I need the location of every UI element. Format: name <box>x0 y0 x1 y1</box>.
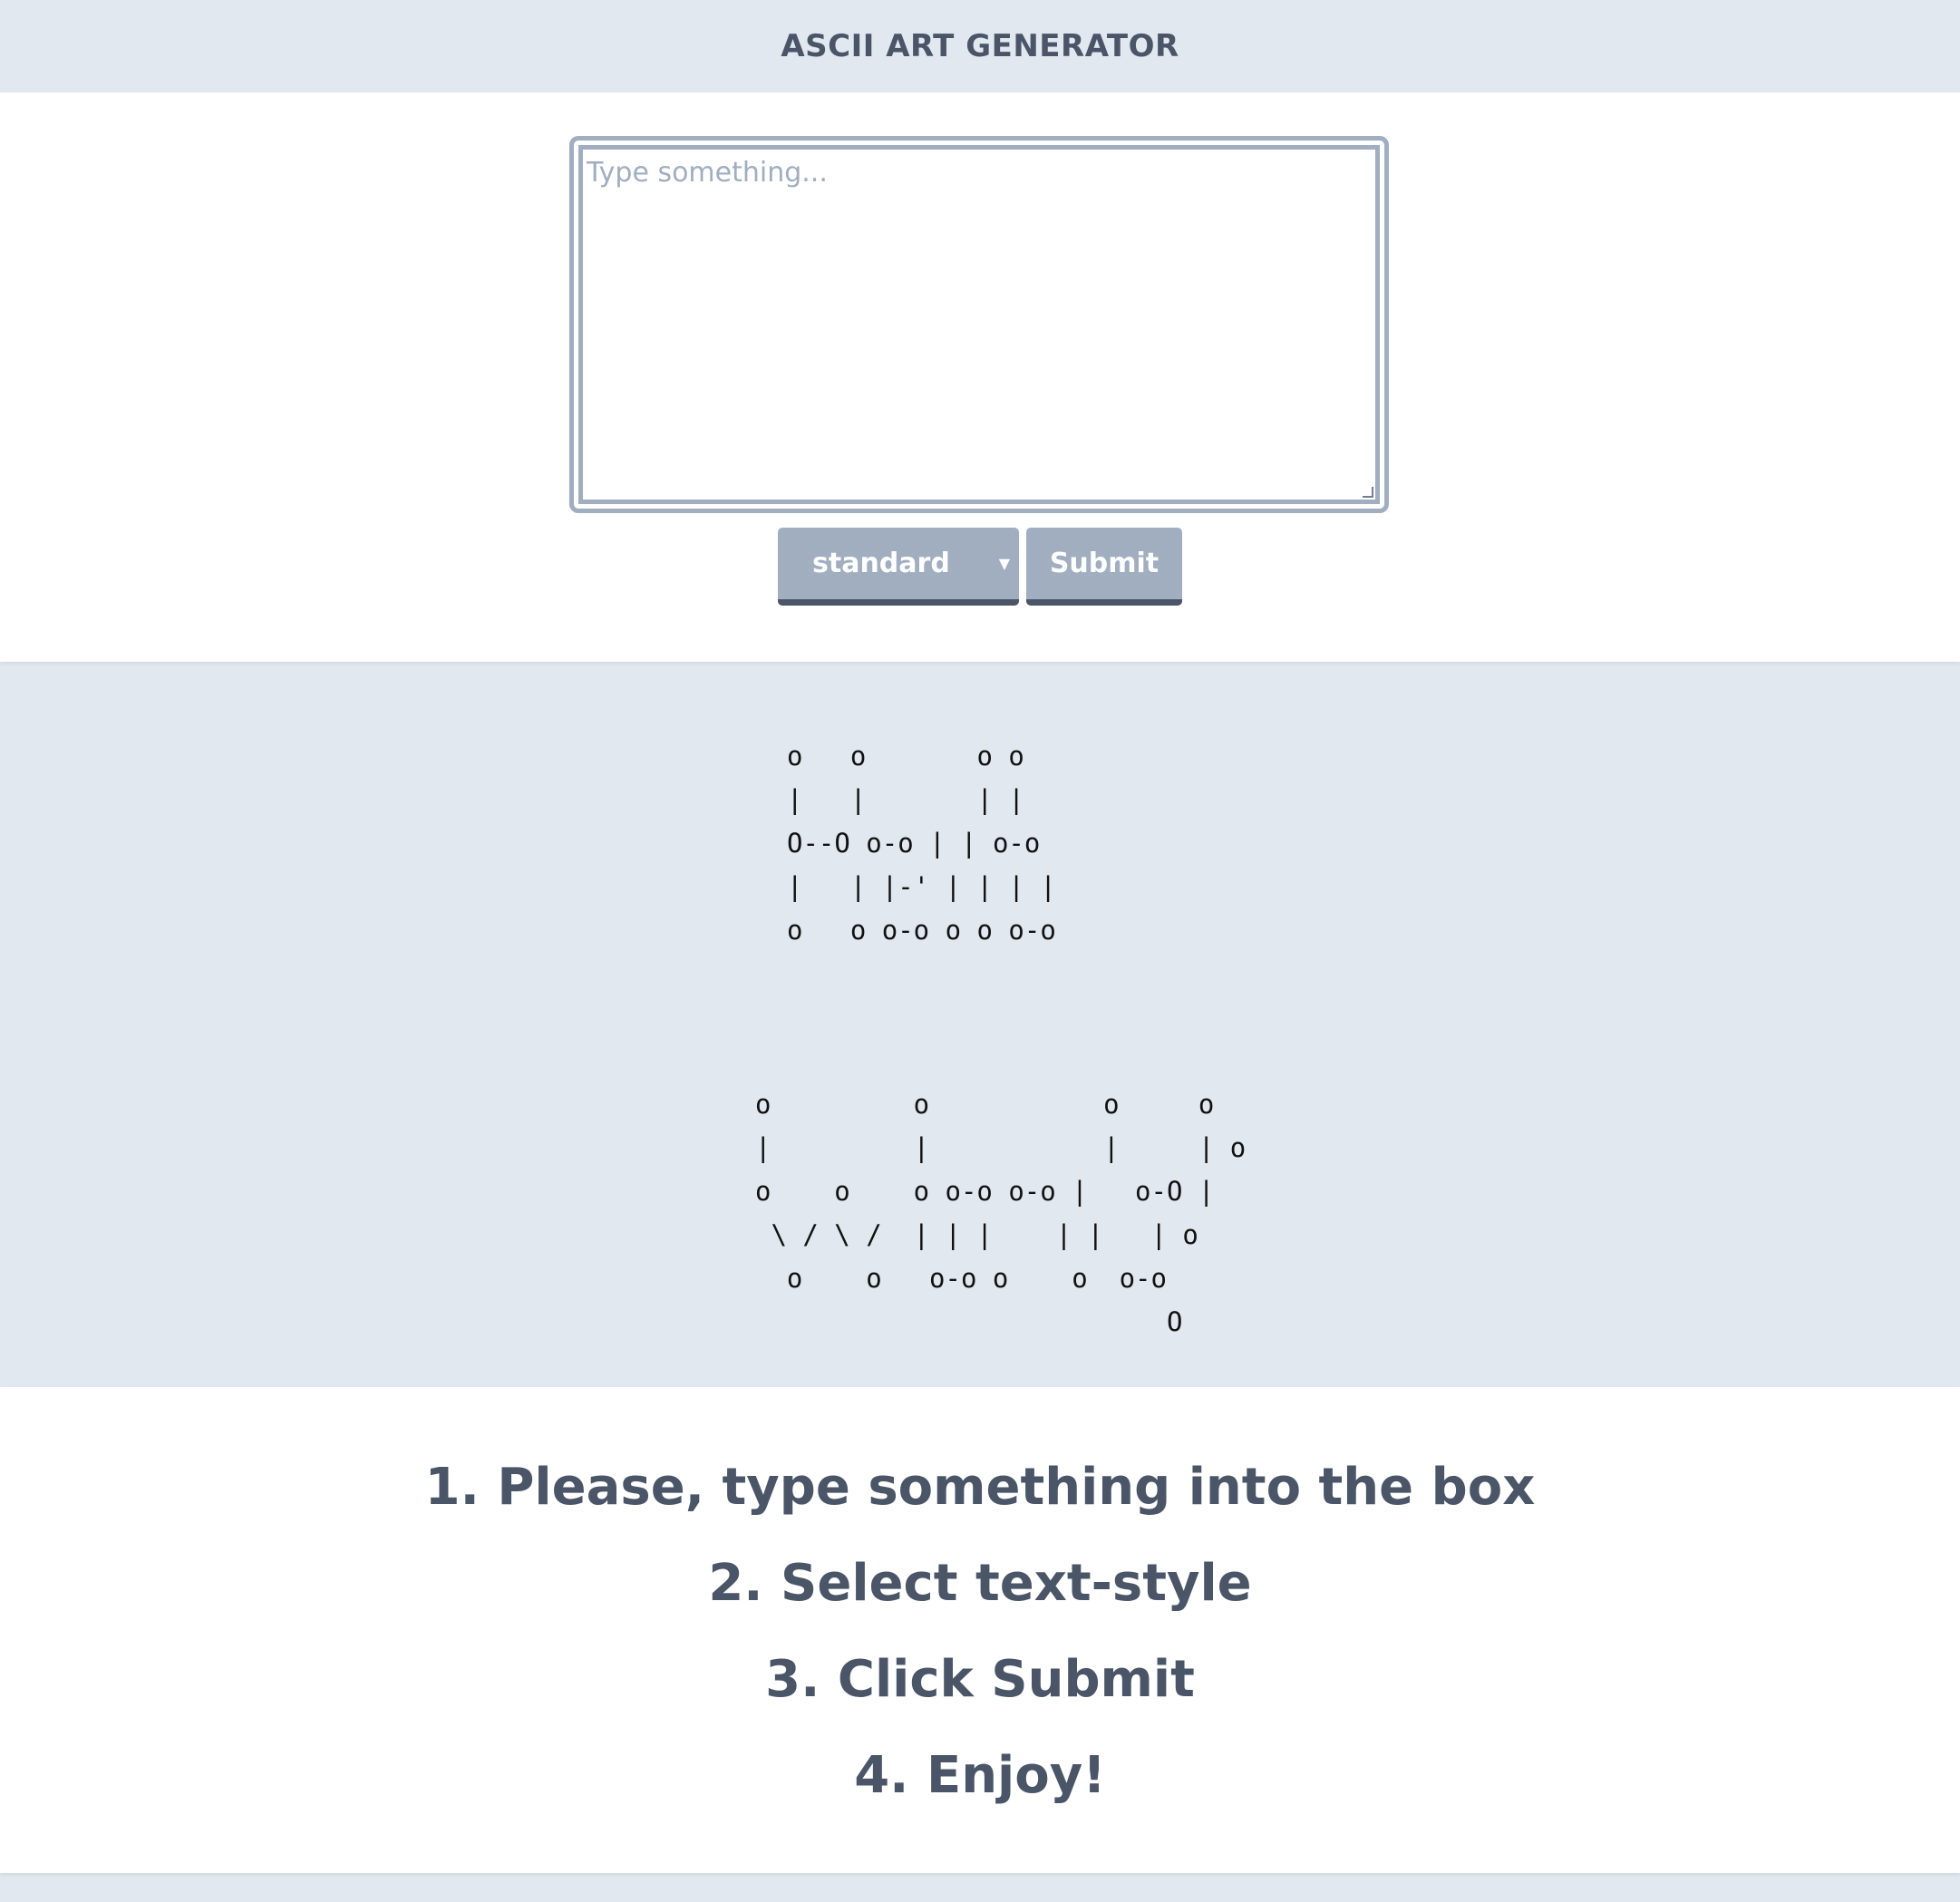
text-style-selected-value: standard <box>812 548 950 579</box>
app-header: ASCII ART GENERATOR <box>0 0 1960 92</box>
chevron-down-icon: ▼ <box>998 554 1010 572</box>
ascii-output-area: o o o o | | | | O--O o-o | | o-o | | |-'… <box>0 662 1960 1387</box>
ascii-art-world: o o o o | | | | o o o o o-o o-o | o-O | … <box>755 1089 1247 1337</box>
text-input[interactable] <box>578 145 1380 504</box>
submit-button[interactable]: Submit <box>1026 528 1182 606</box>
input-card: standard ▼ Submit <box>0 92 1960 662</box>
resize-handle-icon[interactable] <box>1363 487 1373 498</box>
instruction-step-4: 4. Enjoy! <box>854 1746 1106 1805</box>
instruction-step-2: 2. Select text-style <box>708 1554 1252 1613</box>
text-input-frame <box>569 136 1389 513</box>
instruction-step-1: 1. Please, type something into the box <box>424 1458 1536 1517</box>
ascii-art-hello: o o o o | | | | O--O o-o | | o-o | | |-'… <box>787 741 1056 946</box>
instructions-card: 1. Please, type something into the box 2… <box>0 1387 1960 1873</box>
app-title: ASCII ART GENERATOR <box>781 28 1179 64</box>
controls-row: standard ▼ Submit <box>778 528 1182 606</box>
instruction-step-3: 3. Click Submit <box>765 1650 1195 1709</box>
text-style-select[interactable]: standard ▼ <box>778 528 1019 606</box>
